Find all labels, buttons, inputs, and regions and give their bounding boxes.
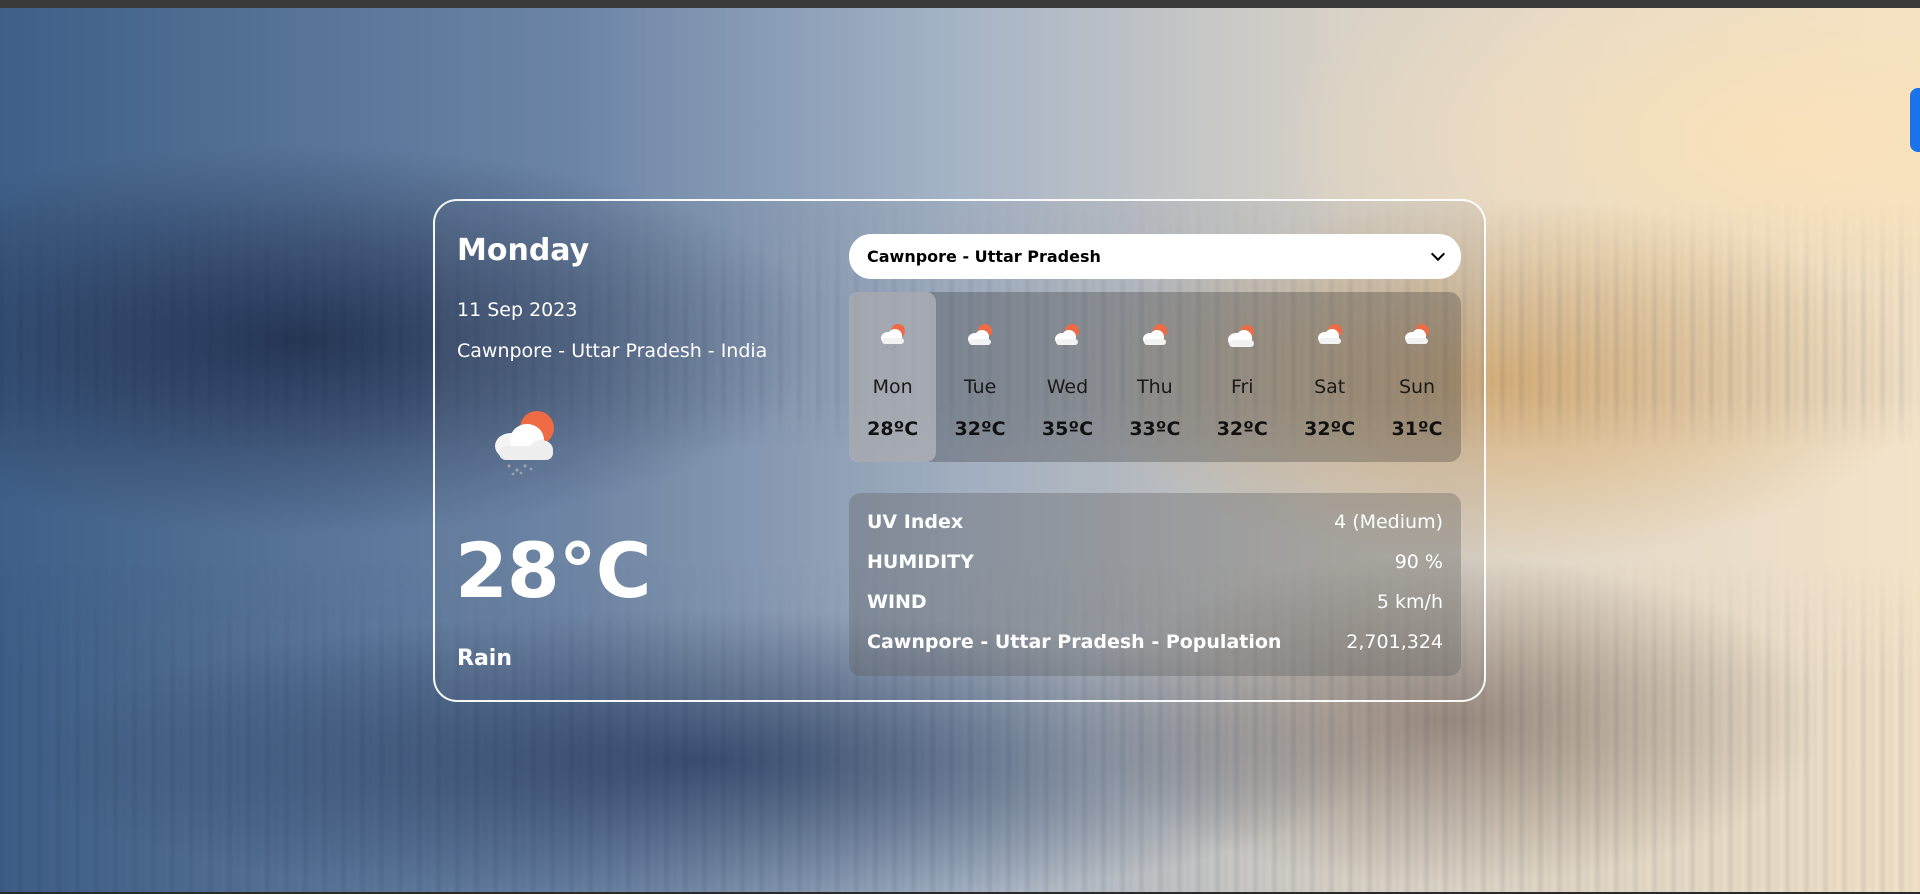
stat-row-humidity: HUMIDITY 90 % <box>867 551 1443 591</box>
forecast-day-label: Mon <box>872 376 913 398</box>
stat-value: 4 (Medium) <box>1334 511 1443 533</box>
forecast-day-temp: 35ºC <box>1041 418 1094 440</box>
weather-stats: UV Index 4 (Medium) HUMIDITY 90 % WIND 5… <box>849 493 1461 676</box>
current-location: Cawnpore - Uttar Pradesh - India <box>457 340 768 362</box>
forecast-day-tue[interactable]: Tue 32ºC <box>936 292 1023 462</box>
forecast-day-temp: 28ºC <box>867 418 919 440</box>
stat-label: UV Index <box>867 511 964 533</box>
current-date: 11 Sep 2023 <box>457 299 578 321</box>
forecast-day-thu[interactable]: Thu 33ºC <box>1111 292 1198 462</box>
stat-row-uv: UV Index 4 (Medium) <box>867 511 1443 551</box>
forecast-day-sun[interactable]: Sun 31ºC <box>1373 292 1460 462</box>
forecast-day-sat[interactable]: Sat 32ºC <box>1286 292 1373 462</box>
weather-card: Monday 11 Sep 2023 Cawnpore - Uttar Prad… <box>433 199 1486 702</box>
cloud-sun-rain-icon <box>1314 322 1346 352</box>
forecast-day-label: Fri <box>1230 376 1254 398</box>
stat-row-wind: WIND 5 km/h <box>867 591 1443 631</box>
cloud-sun-icon <box>1051 322 1083 352</box>
forecast-day-temp: 32ºC <box>1216 418 1268 440</box>
forecast-day-fri[interactable]: Fri 32ºC <box>1199 292 1286 462</box>
stat-value: 90 % <box>1394 551 1443 573</box>
forecast-day-temp: 31ºC <box>1391 418 1443 440</box>
side-tab[interactable] <box>1910 88 1920 152</box>
forecast-day-temp: 32ºC <box>954 418 1006 440</box>
city-select[interactable]: Cawnpore - Uttar Pradesh <box>849 234 1461 279</box>
stat-row-population: Cawnpore - Uttar Pradesh - Population 2,… <box>867 631 1443 671</box>
cloud-sun-icon <box>964 322 996 352</box>
cloud-sun-icon <box>1139 322 1171 352</box>
cloud-sun-rain-icon <box>1401 322 1433 352</box>
current-weather-panel: Monday 11 Sep 2023 Cawnpore - Uttar Prad… <box>455 201 817 700</box>
stat-value: 5 km/h <box>1376 591 1443 613</box>
city-select-value: Cawnpore - Uttar Pradesh <box>867 247 1101 266</box>
weekly-forecast: Mon 28ºC Tue 32ºC Wed 35ºC Thu 33ºC Fri … <box>849 292 1461 462</box>
forecast-day-wed[interactable]: Wed 35ºC <box>1024 292 1111 462</box>
forecast-day-label: Thu <box>1137 376 1173 398</box>
browser-top-bar <box>0 0 1920 8</box>
chevron-down-icon <box>1430 246 1446 262</box>
stat-label: HUMIDITY <box>867 551 974 573</box>
stat-label: WIND <box>867 591 927 613</box>
forecast-day-label: Tue <box>963 376 997 398</box>
cloud-sun-rain-icon <box>877 322 909 352</box>
cloud-sun-rain-icon <box>485 406 565 476</box>
forecast-day-label: Wed <box>1046 376 1089 398</box>
forecast-day-temp: 32ºC <box>1304 418 1356 440</box>
forecast-day-mon[interactable]: Mon 28ºC <box>849 292 937 462</box>
stat-label: Cawnpore - Uttar Pradesh - Population <box>867 631 1282 653</box>
current-day: Monday <box>457 233 590 268</box>
forecast-day-label: Sun <box>1398 376 1436 398</box>
current-temperature: 28°C <box>455 526 652 615</box>
cloud-sun-icon <box>1226 322 1258 352</box>
stat-value: 2,701,324 <box>1346 631 1443 653</box>
current-condition: Rain <box>457 646 512 671</box>
forecast-day-temp: 33ºC <box>1129 418 1181 440</box>
forecast-day-label: Sat <box>1314 376 1346 398</box>
